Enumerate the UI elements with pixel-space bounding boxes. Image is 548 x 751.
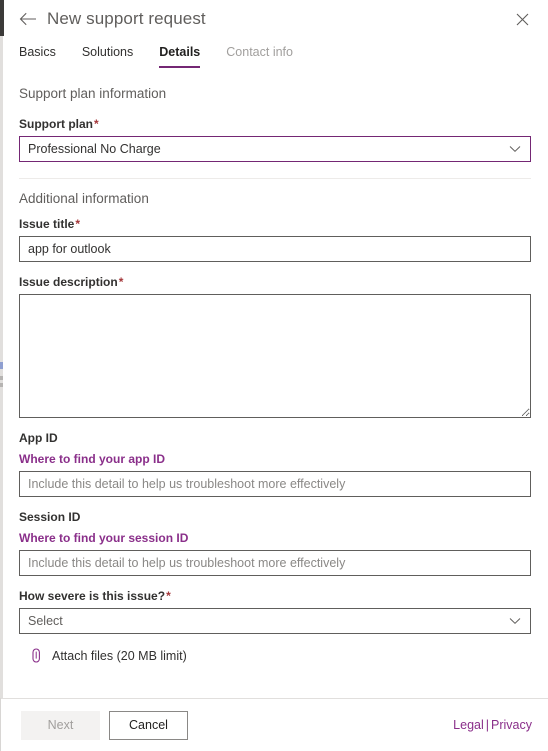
severity-required-mark: * <box>166 589 171 603</box>
severity-label: How severe is this issue?* <box>19 589 531 603</box>
issue-description-required-mark: * <box>118 275 124 289</box>
issue-description-label-text: Issue description <box>19 275 118 289</box>
app-id-input[interactable] <box>19 471 531 497</box>
issue-title-input[interactable] <box>19 236 531 262</box>
support-plan-required-mark: * <box>94 117 99 131</box>
footer-link-separator: | <box>485 718 490 732</box>
issue-title-field: Issue title* <box>19 217 531 262</box>
page-title: New support request <box>47 9 206 28</box>
support-plan-select[interactable]: Professional No Charge <box>19 136 531 162</box>
chevron-down-icon <box>509 617 522 625</box>
next-button[interactable]: Next <box>21 710 100 740</box>
app-id-help-link[interactable]: Where to find your app ID <box>19 452 165 466</box>
cancel-button[interactable]: Cancel <box>109 710 188 740</box>
section-divider <box>19 178 531 179</box>
severity-label-text: How severe is this issue? <box>19 589 166 603</box>
support-plan-section-title: Support plan information <box>19 86 167 101</box>
support-plan-label: Support plan* <box>19 117 531 131</box>
attach-files-button[interactable]: Attach files (20 MB limit) <box>31 648 531 664</box>
close-icon[interactable] <box>510 7 534 31</box>
footer-links: Legal | Privacy <box>453 718 532 732</box>
issue-title-required-mark: * <box>75 217 81 231</box>
left-edge-footer-line <box>0 698 1 751</box>
tab-contact-info[interactable]: Contact info <box>226 42 293 68</box>
issue-title-label: Issue title* <box>19 217 531 231</box>
app-id-label: App ID <box>19 431 58 445</box>
tab-basics[interactable]: Basics <box>19 42 56 68</box>
left-edge-marker-a <box>0 362 3 369</box>
support-plan-field: Support plan* Professional No Charge <box>19 117 531 162</box>
tab-bar: Basics Solutions Details Contact info <box>0 38 548 74</box>
session-id-field: Session ID Where to find your session ID <box>19 510 531 576</box>
tab-details[interactable]: Details <box>159 42 201 68</box>
support-plan-selected-value: Professional No Charge <box>28 142 161 156</box>
privacy-link[interactable]: Privacy <box>491 718 532 732</box>
severity-selected-value: Select <box>28 614 63 628</box>
severity-select[interactable]: Select <box>19 608 531 634</box>
left-edge-marker-b <box>0 376 3 380</box>
session-id-help-link[interactable]: Where to find your session ID <box>19 531 188 545</box>
attach-files-label: Attach files (20 MB limit) <box>52 649 187 663</box>
paperclip-icon <box>31 648 42 664</box>
chevron-down-icon <box>509 145 522 153</box>
support-plan-label-text: Support plan <box>19 117 93 131</box>
issue-description-label: Issue description* <box>19 275 531 289</box>
legal-link[interactable]: Legal <box>453 718 484 732</box>
issue-description-textarea[interactable] <box>19 294 531 418</box>
new-support-request-panel: New support request Basics Solutions Det… <box>0 0 548 751</box>
tab-solutions[interactable]: Solutions <box>82 42 133 68</box>
session-id-input[interactable] <box>19 550 531 576</box>
back-arrow-icon[interactable] <box>19 10 37 28</box>
form-content: Support plan information Support plan* P… <box>0 74 548 698</box>
left-edge-marker-c <box>0 383 3 387</box>
panel-footer: Next Cancel Legal | Privacy <box>0 699 548 751</box>
session-id-label: Session ID <box>19 510 81 524</box>
issue-description-field: Issue description* <box>19 275 531 418</box>
panel-header: New support request <box>0 0 548 38</box>
app-id-field: App ID Where to find your app ID <box>19 431 531 497</box>
severity-field: How severe is this issue?* Select <box>19 589 531 634</box>
issue-title-label-text: Issue title <box>19 217 75 231</box>
additional-information-section-title: Additional information <box>19 191 149 206</box>
